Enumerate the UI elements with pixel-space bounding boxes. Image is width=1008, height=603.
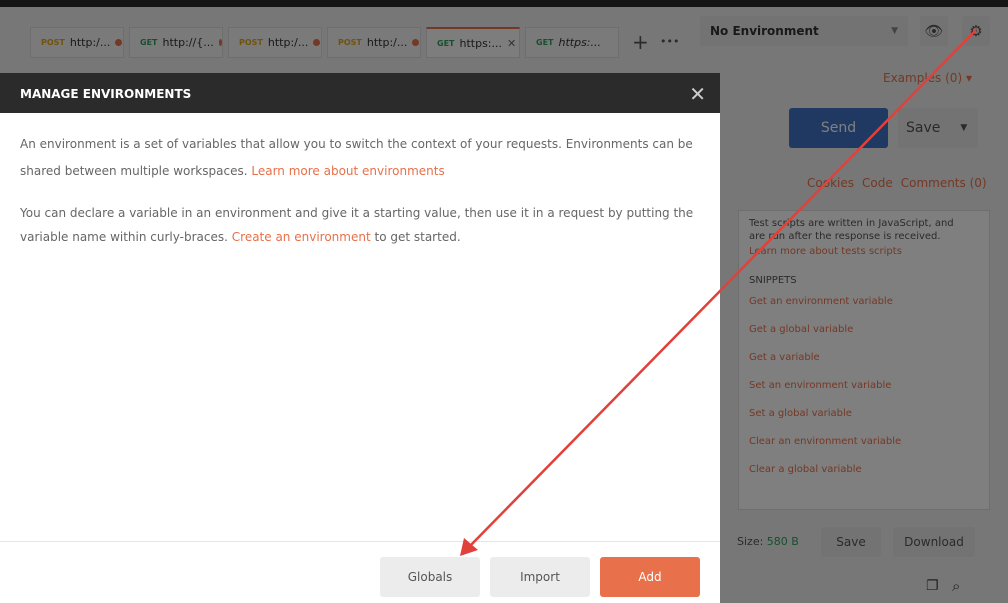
annotation-arrow (460, 29, 977, 556)
arrow-line (467, 29, 977, 549)
